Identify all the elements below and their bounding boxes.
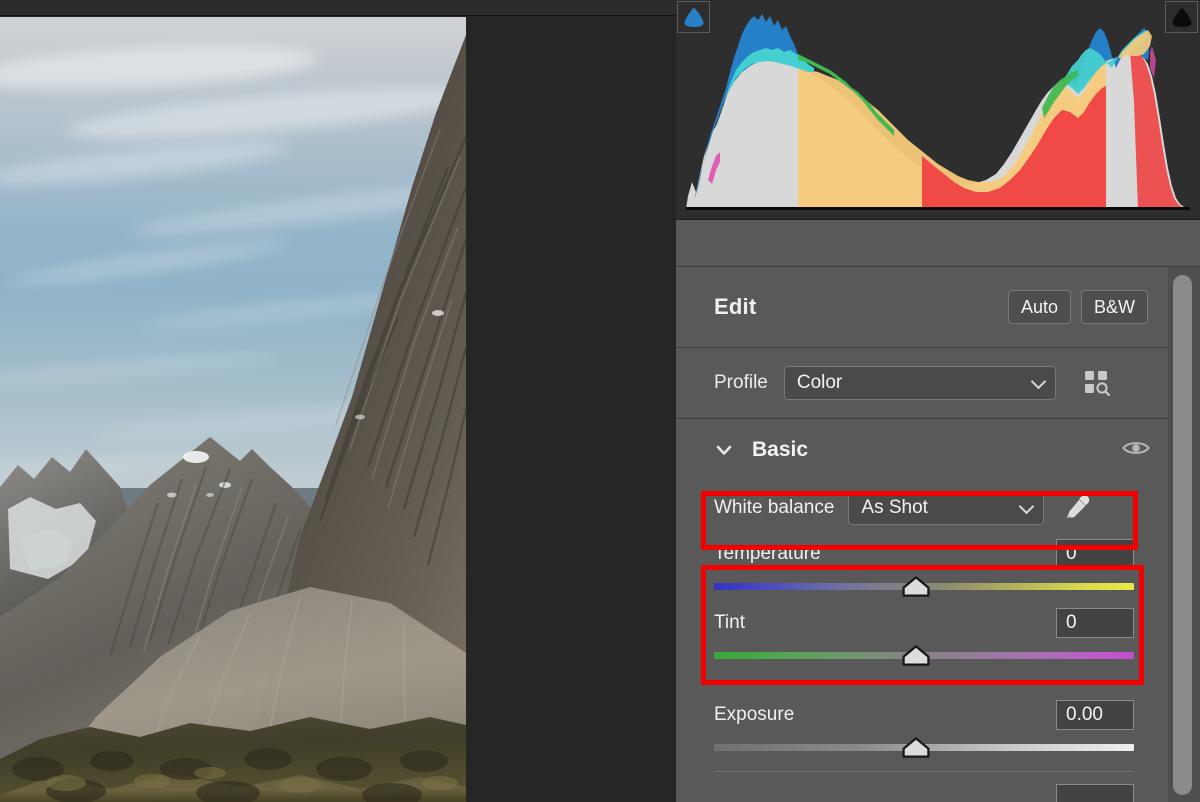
white-balance-label: White balance [714,497,834,519]
slider-thumb-icon [902,576,930,597]
tint-value-field[interactable]: 0 [1056,608,1134,638]
canvas-top-bar [0,0,676,16]
basic-visibility-toggle[interactable] [1122,439,1150,461]
profile-browser-button[interactable] [1074,364,1120,402]
profile-select[interactable]: Color [784,366,1056,400]
photo-preview[interactable] [0,17,466,802]
basic-section-title: Basic [752,438,1122,462]
basic-disclosure-toggle[interactable] [714,440,734,460]
tint-slider-row: Tint 0 [714,598,1134,667]
exposure-slider[interactable] [714,737,1134,759]
slider-thumb-icon [902,645,930,666]
next-slider-value-field[interactable] [1056,784,1134,802]
panel-scrollbar-thumb[interactable] [1173,275,1192,795]
exposure-slider-thumb[interactable] [902,737,930,758]
tint-slider[interactable] [714,645,1134,667]
profile-row: Profile Color [676,348,1172,419]
page-title: Edit [714,294,998,320]
temperature-value-field[interactable]: 0 [1056,539,1134,569]
white-balance-row: White balance As Shot [714,487,1134,529]
eye-icon [1122,439,1150,457]
photo-mountains [0,17,466,802]
tint-slider-thumb[interactable] [902,645,930,666]
basic-section-header[interactable]: Basic [676,419,1172,481]
temperature-slider-row: Temperature 0 [714,529,1134,598]
white-balance-selected-value: As Shot [861,497,928,519]
histogram-baseline [686,207,1190,210]
edit-panel-scroll-area: Edit Auto B&W Profile Color [676,267,1172,802]
chevron-down-icon [715,441,733,459]
eyedropper-icon [1063,494,1091,522]
panel-spacer [676,219,1200,266]
exposure-value-field[interactable]: 0.00 [1056,700,1134,730]
white-balance-eyedropper-button[interactable] [1060,492,1094,524]
histogram-chart [686,6,1190,209]
exposure-label: Exposure [714,704,794,726]
profile-browser-grid-search-icon [1084,370,1110,396]
tint-label: Tint [714,612,745,634]
auto-button[interactable]: Auto [1008,290,1071,324]
chevron-down-icon [1019,499,1035,515]
photo-canvas-area [0,0,676,802]
lightroom-window: Edit Auto B&W Profile Color [0,0,1200,802]
temperature-slider-thumb[interactable] [902,576,930,597]
histogram-panel[interactable] [676,0,1200,219]
profile-selected-value: Color [797,372,842,394]
slider-thumb-icon [902,737,930,758]
exposure-slider-row: Exposure 0.00 [714,684,1134,759]
temperature-slider[interactable] [714,576,1134,598]
profile-label: Profile [714,372,768,394]
white-balance-select[interactable]: As Shot [848,491,1044,525]
temperature-label: Temperature [714,543,821,565]
next-slider-row-partial [714,772,1134,802]
bw-button[interactable]: B&W [1081,290,1148,324]
chevron-down-icon [1031,374,1047,390]
edit-header-row: Edit Auto B&W [676,267,1172,348]
